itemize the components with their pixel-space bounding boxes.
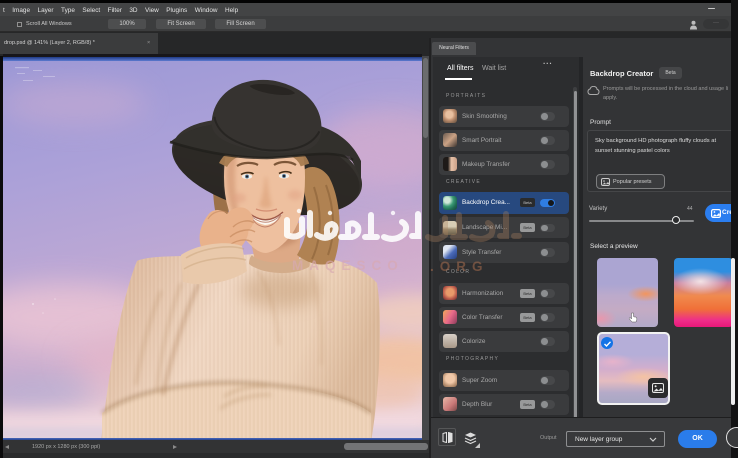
svg-text:MAQESCO: MAQESCO xyxy=(292,258,404,273)
svg-text:.ORG: .ORG xyxy=(430,259,489,274)
